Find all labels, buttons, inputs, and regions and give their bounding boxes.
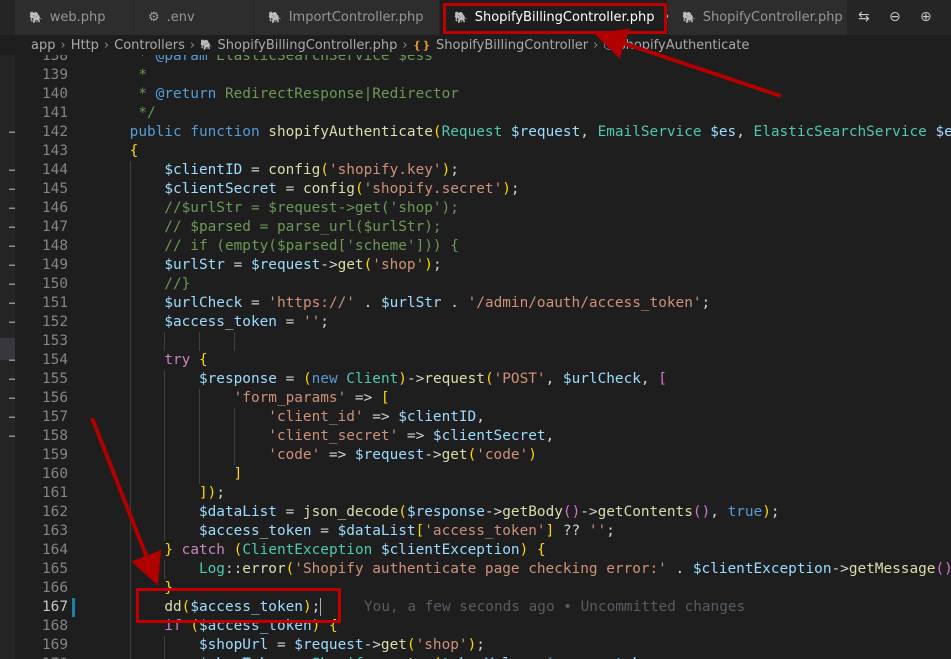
annotation-arrow-to-dd-line — [90, 417, 162, 586]
annotation-arrow-to-tab — [594, 28, 782, 98]
annotation-arrows — [90, 28, 782, 586]
